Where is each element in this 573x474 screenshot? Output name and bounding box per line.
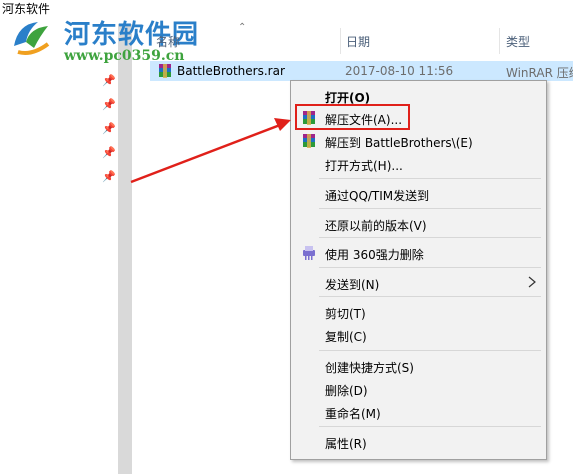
winrar-icon bbox=[303, 134, 315, 148]
menu-item-label: 复制(C) bbox=[325, 330, 367, 344]
pin-icon[interactable]: 📌 bbox=[102, 75, 116, 87]
column-divider[interactable] bbox=[499, 28, 500, 54]
menu-item-label: 解压到 BattleBrothers\(E) bbox=[325, 136, 473, 150]
pin-icon[interactable]: 📌 bbox=[102, 99, 116, 111]
pin-icon[interactable]: 📌 bbox=[102, 171, 116, 183]
menu-item-label: 剪切(T) bbox=[325, 307, 366, 321]
menu-item-label: 创建快捷方式(S) bbox=[325, 361, 414, 375]
menu-item-delete[interactable]: 删除(D) bbox=[291, 378, 546, 400]
file-type: WinRAR 压缩文件 bbox=[506, 66, 573, 80]
menu-item-copy[interactable]: 复制(C) bbox=[291, 324, 546, 346]
menu-item-label: 还原以前的版本(V) bbox=[325, 219, 427, 233]
menu-item-label: 属性(R) bbox=[325, 437, 367, 451]
menu-separator bbox=[319, 208, 541, 209]
menu-item-create-shortcut[interactable]: 创建快捷方式(S) bbox=[291, 355, 546, 377]
menu-item-open-with[interactable]: 打开方式(H)... bbox=[291, 153, 546, 175]
pin-icon[interactable]: 📌 bbox=[102, 147, 116, 159]
sort-ascending-icon: ⌃ bbox=[238, 22, 247, 33]
menu-item-label: 通过QQ/TIM发送到 bbox=[325, 189, 430, 203]
menu-separator bbox=[319, 296, 541, 297]
file-name: BattleBrothers.rar bbox=[177, 64, 285, 78]
navigation-pane: 📌 📌 📌 📌 📌 bbox=[0, 24, 118, 474]
highlight-box bbox=[295, 104, 410, 130]
menu-item-rename[interactable]: 重命名(M) bbox=[291, 401, 546, 423]
chevron-right-icon bbox=[528, 276, 536, 288]
menu-item-properties[interactable]: 属性(R) bbox=[291, 431, 546, 453]
menu-separator bbox=[319, 426, 541, 427]
menu-separator bbox=[319, 178, 541, 179]
menu-item-cut[interactable]: 剪切(T) bbox=[291, 301, 546, 323]
column-divider[interactable] bbox=[340, 28, 341, 54]
menu-item-label: 发送到(N) bbox=[325, 278, 380, 292]
menu-item-send-via-qq[interactable]: 通过QQ/TIM发送到 bbox=[291, 183, 546, 205]
pin-icon[interactable]: 📌 bbox=[102, 123, 116, 135]
column-header-name[interactable]: 名称 bbox=[156, 28, 180, 56]
file-row-selected[interactable]: BattleBrothers.rar 2017-08-10 11:56 WinR… bbox=[150, 61, 573, 81]
navigation-pane-scrollbar[interactable] bbox=[118, 24, 132, 474]
menu-item-restore-previous[interactable]: 还原以前的版本(V) bbox=[291, 213, 546, 235]
column-header-date[interactable]: 日期 bbox=[346, 28, 370, 56]
menu-item-force-delete-360[interactable]: 使用 360强力删除 bbox=[291, 242, 546, 264]
column-header-type[interactable]: 类型 bbox=[506, 28, 530, 56]
menu-item-label: 删除(D) bbox=[325, 384, 368, 398]
context-menu: 打开(O) 解压文件(A)... 解压到 BattleBrothers\(E) … bbox=[290, 80, 547, 460]
menu-item-extract-to[interactable]: 解压到 BattleBrothers\(E) bbox=[291, 130, 546, 152]
menu-item-label: 使用 360强力删除 bbox=[325, 248, 424, 262]
menu-item-label: 打开方式(H)... bbox=[325, 159, 403, 173]
menu-separator bbox=[319, 237, 541, 238]
menu-separator bbox=[319, 350, 541, 351]
menu-item-send-to[interactable]: 发送到(N) bbox=[291, 272, 546, 294]
file-date: 2017-08-10 11:56 bbox=[345, 64, 454, 78]
shredder-icon bbox=[303, 246, 315, 260]
winrar-archive-icon bbox=[159, 64, 171, 78]
watermark-logo-icon bbox=[14, 22, 50, 55]
menu-separator bbox=[319, 267, 541, 268]
menu-item-label: 重命名(M) bbox=[325, 407, 381, 421]
